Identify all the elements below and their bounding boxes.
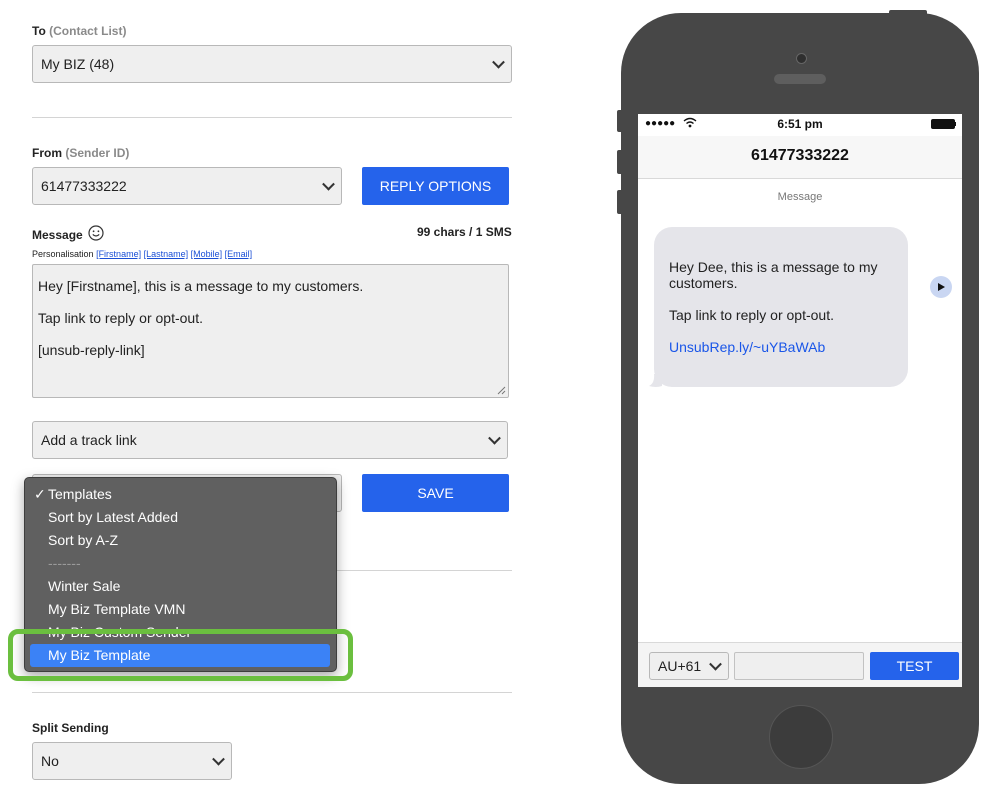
message-label: Message <box>32 225 104 244</box>
sender-id-select[interactable]: 61477333222 <box>32 167 342 205</box>
track-link-value: Add a track link <box>41 432 137 448</box>
phone-camera-icon <box>796 53 807 64</box>
bubble-tail <box>649 374 662 387</box>
bubble-link[interactable]: UnsubRep.ly/~uYBaWAb <box>669 339 894 355</box>
test-number-input[interactable] <box>734 652 864 680</box>
track-link-select[interactable]: Add a track link <box>32 421 508 459</box>
dropdown-item-winter-sale[interactable]: Winter Sale <box>25 575 336 598</box>
status-time: 6:51 pm <box>777 117 823 131</box>
personalisation-label: Personalisation <box>32 249 94 259</box>
chevron-down-icon <box>212 752 225 766</box>
play-icon[interactable] <box>930 276 952 298</box>
test-label: TEST <box>896 658 933 674</box>
chat-header: 61477333222 <box>638 136 962 179</box>
chevron-down-icon <box>492 55 505 69</box>
tag-mobile[interactable]: [Mobile] <box>191 249 223 259</box>
dropdown-item-template-vmn[interactable]: My Biz Template VMN <box>25 598 336 621</box>
dropdown-item-label: Templates <box>48 486 112 502</box>
chevron-down-icon <box>322 177 335 191</box>
emoji-picker-icon[interactable] <box>88 225 104 244</box>
message-line: Hey [Firstname], this is a message to my… <box>38 278 364 294</box>
divider <box>32 692 512 693</box>
to-label: To (Contact List) <box>32 24 127 38</box>
contact-name: 61477333222 <box>751 147 849 164</box>
phone-screen: ●●●●● 6:51 pm 61477333222 Message Hey De… <box>638 114 962 687</box>
tag-lastname[interactable]: [Lastname] <box>144 249 189 259</box>
split-sending-value: No <box>41 753 59 769</box>
dropdown-item-label: Winter Sale <box>48 578 121 594</box>
bubble-text: Hey Dee, this is a message to my custome… <box>669 259 878 291</box>
country-code-select[interactable]: AU+61 <box>649 652 729 680</box>
reply-options-label: REPLY OPTIONS <box>379 178 492 194</box>
dropdown-item-label: My Biz Template VMN <box>48 601 186 617</box>
dropdown-item-templates[interactable]: ✓ Templates <box>25 483 336 506</box>
message-bubble: Hey Dee, this is a message to my custome… <box>654 227 908 387</box>
dropdown-separator-label: ------- <box>48 555 81 571</box>
battery-icon <box>931 119 955 129</box>
dropdown-item-sort-latest[interactable]: Sort by Latest Added <box>25 506 336 529</box>
split-sending-label: Split Sending <box>32 721 109 735</box>
checkmark-icon: ✓ <box>34 486 46 502</box>
split-sending-select[interactable]: No <box>32 742 232 780</box>
test-button[interactable]: TEST <box>870 652 959 680</box>
dropdown-separator: ------- <box>25 552 336 575</box>
save-label: SAVE <box>417 485 454 501</box>
char-counter: 99 chars / 1 SMS <box>417 225 512 239</box>
country-code-value: AU+61 <box>658 658 702 674</box>
dropdown-item-label: Sort by A-Z <box>48 532 119 548</box>
contact-list-value: My BIZ (48) <box>41 56 115 72</box>
dropdown-item-sort-az[interactable]: Sort by A-Z <box>25 529 336 552</box>
phone-speaker <box>774 74 826 84</box>
thread-section-label: Message <box>777 191 823 203</box>
save-button[interactable]: SAVE <box>362 474 509 512</box>
message-line: [unsub-reply-link] <box>38 342 145 358</box>
message-line: Tap link to reply or opt-out. <box>38 310 203 326</box>
sender-id-value: 61477333222 <box>41 178 127 194</box>
dropdown-item-label: Sort by Latest Added <box>48 509 178 525</box>
tag-firstname[interactable]: [Firstname] <box>96 249 141 259</box>
divider <box>32 117 512 118</box>
contact-list-select[interactable]: My BIZ (48) <box>32 45 512 83</box>
divider <box>335 570 512 571</box>
reply-options-button[interactable]: REPLY OPTIONS <box>362 167 509 205</box>
bubble-text: Tap link to reply or opt-out. <box>669 307 834 323</box>
personalisation-bar: Personalisation [Firstname] [Lastname] [… <box>32 249 252 259</box>
from-label: From (Sender ID) <box>32 146 130 160</box>
tag-email[interactable]: [Email] <box>225 249 253 259</box>
selection-highlight <box>8 629 353 681</box>
message-textarea[interactable]: Hey [Firstname], this is a message to my… <box>32 264 509 398</box>
battery-tip <box>954 122 956 126</box>
chevron-down-icon <box>488 431 501 445</box>
phone-home-button <box>769 705 833 769</box>
chevron-down-icon <box>709 657 722 671</box>
resize-handle-icon[interactable] <box>497 386 506 395</box>
